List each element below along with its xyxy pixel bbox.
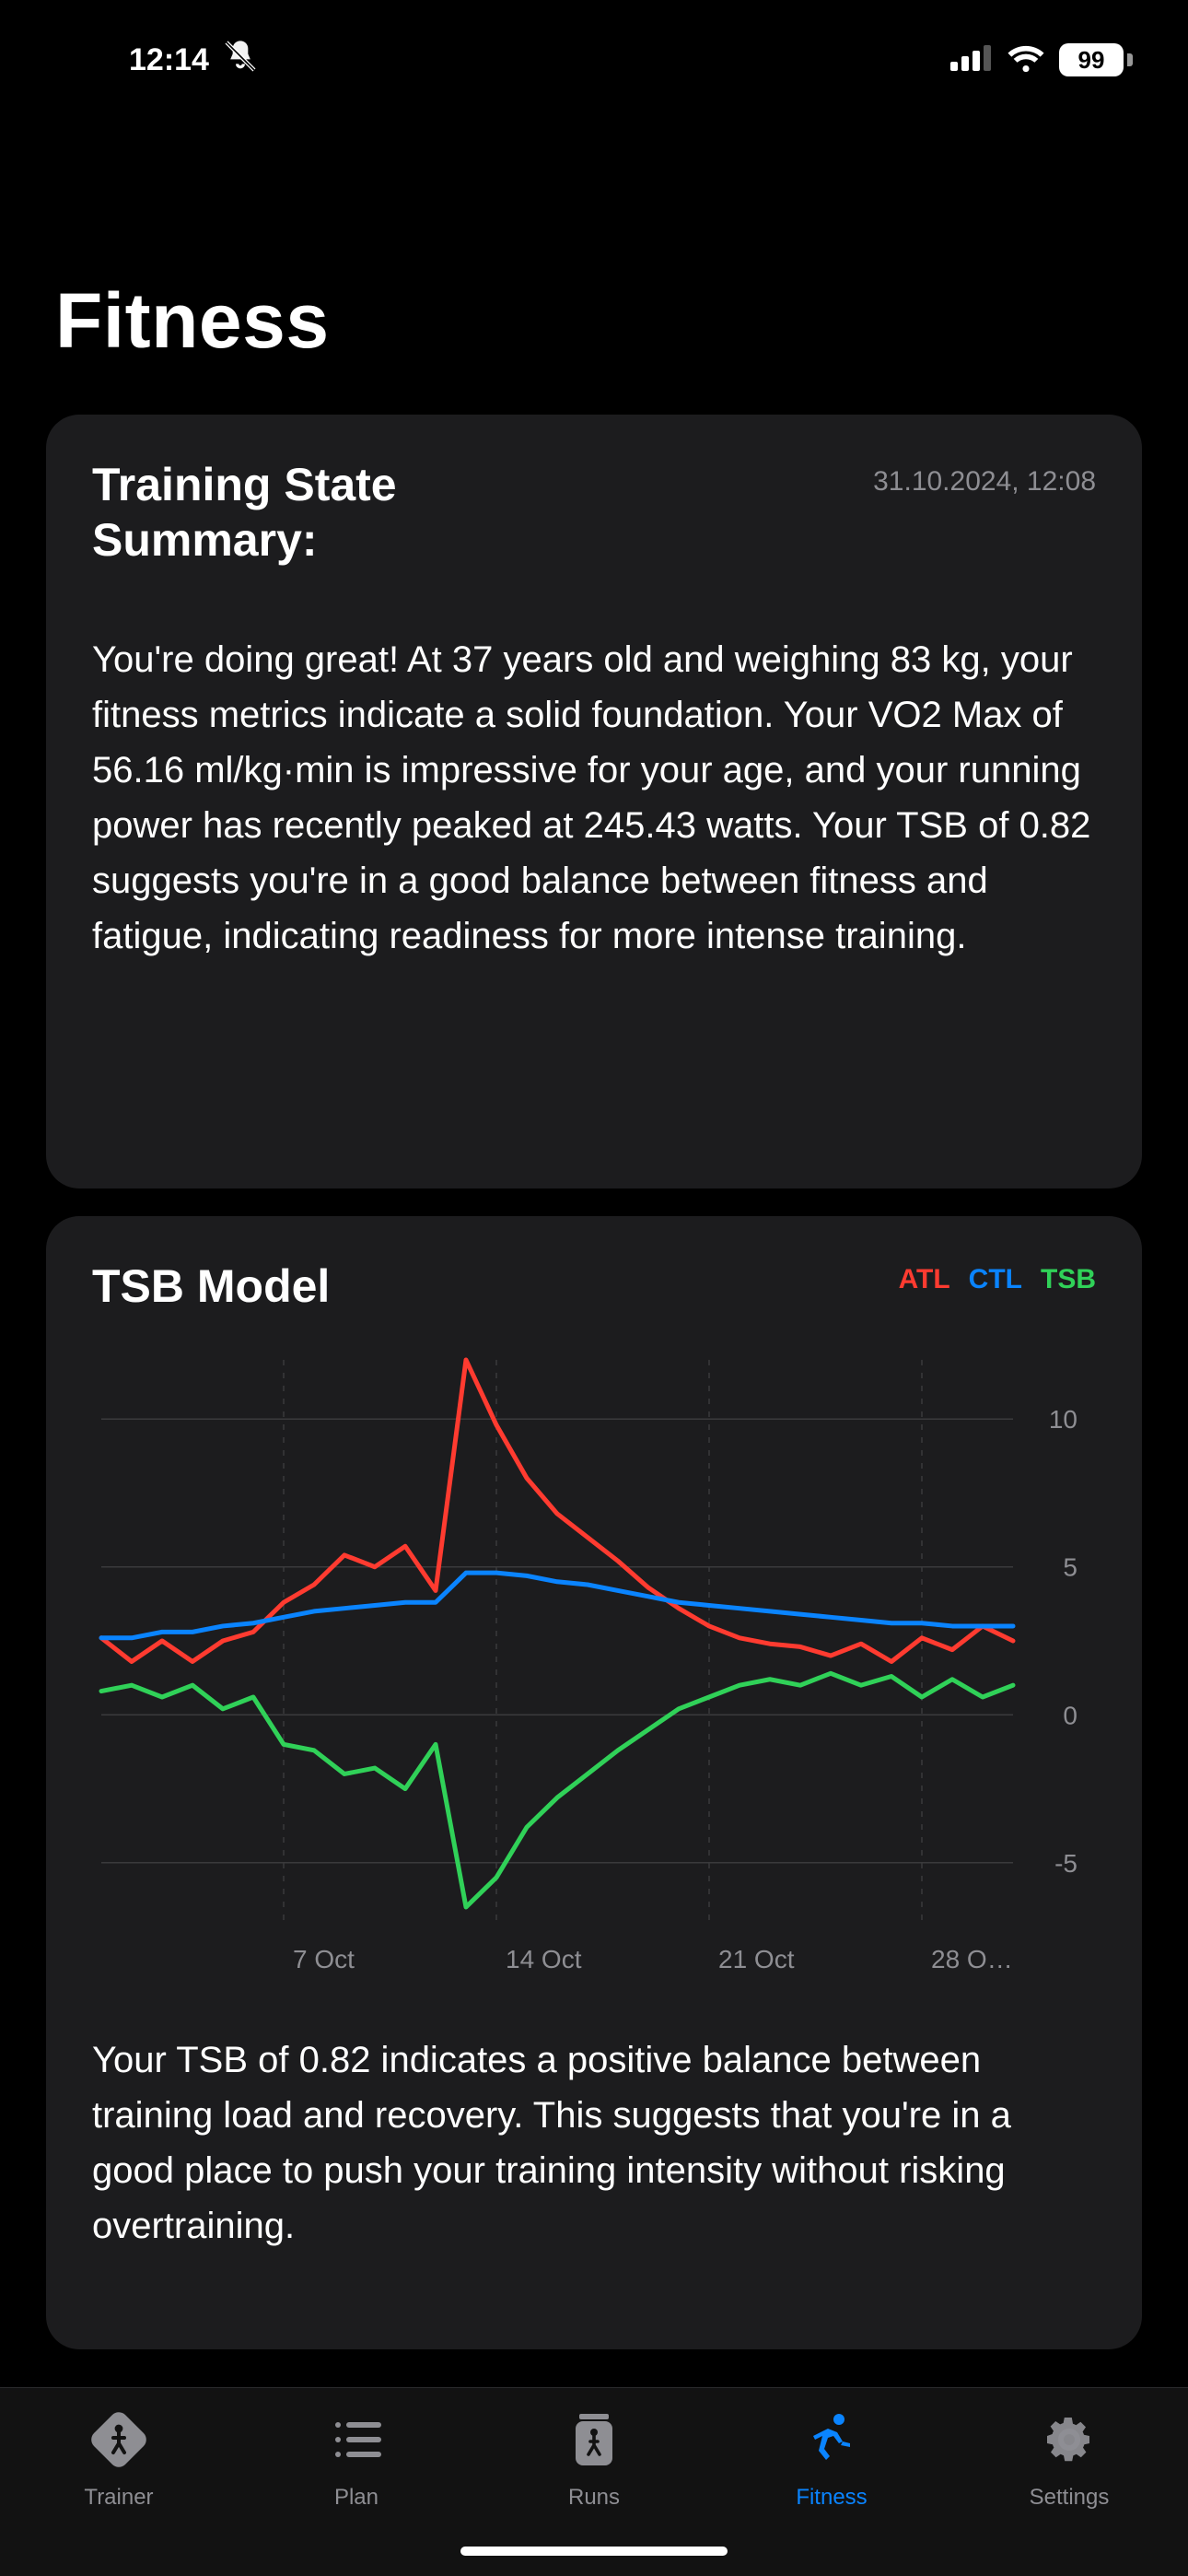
training-state-body: You're doing great! At 37 years old and …	[92, 632, 1096, 964]
tab-plan[interactable]: Plan	[238, 2410, 475, 2511]
cellular-signal-icon	[950, 45, 993, 76]
tab-label: Trainer	[84, 2485, 153, 2511]
bell-slash-icon	[222, 38, 259, 83]
tab-settings[interactable]: Settings	[950, 2410, 1188, 2511]
runs-icon	[565, 2410, 623, 2474]
tab-label: Runs	[568, 2485, 620, 2511]
battery-level: 99	[1059, 43, 1124, 76]
tsb-model-card: TSB Model ATL CTL TSB -5 0 5 10 7 Oct 14 Oct 2…	[46, 1216, 1142, 2349]
gear-icon	[1040, 2410, 1099, 2474]
svg-text:-5: -5	[1054, 1849, 1077, 1878]
page-title: Fitness	[55, 276, 330, 366]
wifi-icon	[1006, 43, 1046, 77]
svg-text:21 Oct: 21 Oct	[718, 1945, 795, 1973]
list-icon	[327, 2410, 386, 2474]
tab-label: Plan	[334, 2485, 379, 2511]
svg-text:28 O…: 28 O…	[931, 1945, 1013, 1973]
tab-runs[interactable]: Runs	[475, 2410, 713, 2511]
tab-trainer[interactable]: Trainer	[0, 2410, 238, 2511]
battery-icon: 99	[1059, 43, 1133, 76]
card-header: Training State Summary: 31.10.2024, 12:0…	[92, 457, 1096, 568]
tsb-model-title: TSB Model	[92, 1259, 330, 1314]
training-state-card: Training State Summary: 31.10.2024, 12:0…	[46, 415, 1142, 1188]
legend-ctl: CTL	[969, 1264, 1022, 1295]
tab-fitness[interactable]: Fitness	[713, 2410, 950, 2511]
svg-text:5: 5	[1063, 1553, 1077, 1582]
tab-label: Fitness	[796, 2485, 867, 2511]
tsb-body-text: Your TSB of 0.82 indicates a positive ba…	[92, 2032, 1096, 2254]
svg-text:10: 10	[1049, 1405, 1077, 1434]
legend-tsb: TSB	[1041, 1264, 1096, 1295]
svg-text:0: 0	[1063, 1701, 1077, 1729]
status-time: 12:14	[129, 42, 209, 78]
tsb-chart: -5 0 5 10 7 Oct 14 Oct 21 Oct 28 O…	[92, 1351, 1096, 1986]
legend-atl: ATL	[899, 1264, 950, 1295]
chart-legend: ATL CTL TSB	[899, 1264, 1096, 1295]
running-person-icon	[802, 2410, 861, 2474]
card-header: TSB Model ATL CTL TSB	[92, 1259, 1096, 1314]
svg-text:7 Oct: 7 Oct	[293, 1945, 355, 1973]
home-indicator[interactable]	[460, 2547, 728, 2556]
training-state-timestamp: 31.10.2024, 12:08	[873, 466, 1096, 498]
training-state-title: Training State Summary:	[92, 457, 571, 568]
status-right: 99	[950, 43, 1133, 77]
status-left: 12:14	[129, 38, 259, 83]
status-bar: 12:14 99	[0, 0, 1188, 120]
trainer-icon	[89, 2410, 148, 2474]
svg-text:14 Oct: 14 Oct	[506, 1945, 582, 1973]
tab-label: Settings	[1030, 2485, 1110, 2511]
